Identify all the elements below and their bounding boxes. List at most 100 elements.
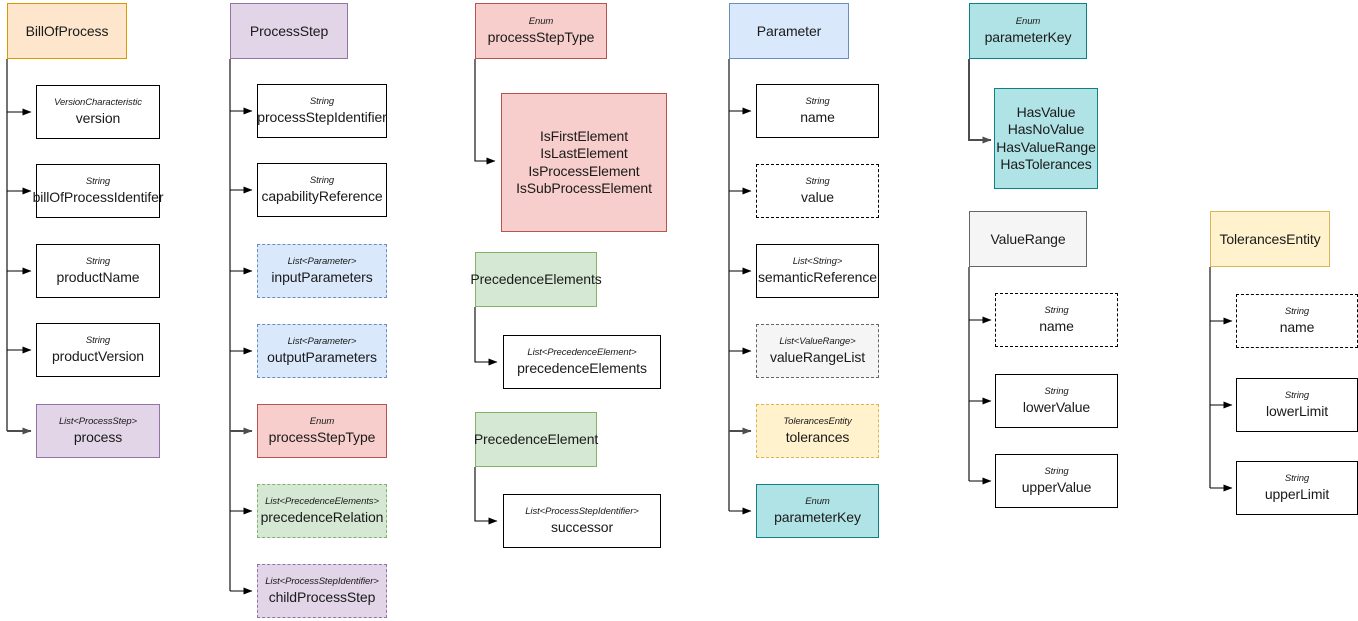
attribute-te-upper-limit[interactable]: String upperLimit bbox=[1236, 461, 1358, 515]
attribute-name: name bbox=[1039, 317, 1074, 334]
attribute-type: List<ProcessStepIdentifier> bbox=[265, 575, 379, 587]
attribute-name: childProcessStep bbox=[268, 588, 376, 605]
attribute-type: List<ProcessStep> bbox=[58, 415, 138, 427]
attribute-name: valueRangeList bbox=[769, 348, 866, 365]
attribute-type: String bbox=[309, 174, 335, 186]
attribute-type: List<ValueRange> bbox=[779, 335, 856, 347]
attribute-type: String bbox=[85, 175, 111, 187]
attribute-name: semanticReference bbox=[758, 268, 877, 285]
class-title: parameterKey bbox=[984, 28, 1072, 45]
attribute-pes-precedence-elements[interactable]: List<PrecedenceElement> precedenceElemen… bbox=[503, 335, 661, 389]
attribute-bop-product-version[interactable]: String productVersion bbox=[36, 323, 160, 377]
attribute-ps-capability-reference[interactable]: String capabilityReference bbox=[257, 163, 387, 217]
class-title: PrecedenceElements bbox=[470, 271, 602, 288]
class-value-range[interactable]: ValueRange bbox=[969, 211, 1087, 267]
attribute-p-tolerances[interactable]: TolerancesEntity tolerances bbox=[756, 404, 879, 458]
attribute-p-semantic-reference[interactable]: List<String> semanticReference bbox=[756, 244, 879, 298]
class-diagram-canvas: BillOfProcess VersionCharacteristic vers… bbox=[0, 0, 1358, 621]
class-parameter-key-enum[interactable]: Enum parameterKey bbox=[969, 3, 1087, 59]
attribute-ps-precedence-relation[interactable]: List<PrecedenceElements> precedenceRelat… bbox=[257, 484, 387, 538]
attribute-name: billOfProcessIdentifer bbox=[32, 188, 164, 205]
attribute-type: String bbox=[85, 255, 111, 267]
attribute-type: String bbox=[805, 95, 830, 107]
attribute-type: String bbox=[309, 95, 335, 107]
attribute-type: String bbox=[1044, 304, 1069, 316]
attribute-name: parameterKey bbox=[774, 508, 861, 525]
attribute-name: upperLimit bbox=[1264, 485, 1330, 502]
class-title: ProcessStep bbox=[249, 22, 329, 39]
attribute-p-value-range-list[interactable]: List<ValueRange> valueRangeList bbox=[756, 324, 879, 378]
attribute-name: precedenceElements bbox=[517, 359, 647, 376]
attribute-type: List<PrecedenceElements> bbox=[265, 495, 379, 507]
attribute-te-name[interactable]: String name bbox=[1236, 294, 1358, 348]
attribute-bop-identifier[interactable]: String billOfProcessIdentifer bbox=[33, 164, 164, 218]
class-title: TolerancesEntity bbox=[1219, 230, 1321, 247]
attribute-name: inputParameters bbox=[271, 268, 373, 285]
class-parameter[interactable]: Parameter bbox=[729, 3, 849, 59]
attribute-vr-lower-value[interactable]: String lowerValue bbox=[995, 374, 1118, 428]
attribute-name: productVersion bbox=[52, 347, 144, 364]
class-bill-of-process[interactable]: BillOfProcess bbox=[7, 3, 127, 59]
attribute-type: String bbox=[1284, 389, 1310, 401]
attribute-type: Enum bbox=[309, 415, 335, 427]
attribute-bop-version[interactable]: VersionCharacteristic version bbox=[36, 85, 160, 139]
attribute-ps-process-step-type[interactable]: Enum processStepType bbox=[257, 404, 387, 458]
enum-values-parameter-key[interactable]: HasValue HasNoValue HasValueRange HasTol… bbox=[994, 88, 1098, 189]
attribute-name: outputParameters bbox=[267, 348, 377, 365]
attribute-ps-child-process-step[interactable]: List<ProcessStepIdentifier> childProcess… bbox=[257, 564, 387, 618]
class-process-step[interactable]: ProcessStep bbox=[230, 3, 348, 59]
attribute-ps-input-parameters[interactable]: List<Parameter> inputParameters bbox=[257, 244, 387, 298]
attribute-vr-upper-value[interactable]: String upperValue bbox=[995, 454, 1118, 508]
attribute-type: VersionCharacteristic bbox=[54, 96, 142, 108]
attribute-name: tolerances bbox=[785, 428, 850, 445]
attribute-name: lowerValue bbox=[1022, 398, 1091, 415]
attribute-name: successor bbox=[550, 518, 614, 535]
attribute-type: List<ProcessStepIdentifier> bbox=[525, 505, 639, 517]
attribute-name: name bbox=[1279, 318, 1315, 335]
attribute-vr-name[interactable]: String name bbox=[995, 293, 1118, 347]
attribute-bop-product-name[interactable]: String productName bbox=[36, 244, 160, 298]
attribute-p-parameter-key[interactable]: Enum parameterKey bbox=[756, 484, 879, 538]
attribute-bop-process[interactable]: List<ProcessStep> process bbox=[36, 404, 160, 458]
attribute-name: value bbox=[801, 188, 834, 205]
attribute-name: version bbox=[75, 109, 121, 126]
class-title: ValueRange bbox=[990, 230, 1066, 247]
enum-value-list: HasValue HasNoValue HasValueRange HasTol… bbox=[996, 104, 1096, 172]
attribute-type: String bbox=[85, 334, 111, 346]
attribute-type: List<String> bbox=[792, 255, 843, 267]
attribute-p-name[interactable]: String name bbox=[756, 84, 879, 138]
attribute-name: process bbox=[73, 428, 123, 445]
class-title: processStepType bbox=[487, 28, 595, 45]
attribute-name: upperValue bbox=[1021, 478, 1092, 495]
class-precedence-elements[interactable]: PrecedenceElements bbox=[470, 252, 602, 307]
attribute-name: lowerLimit bbox=[1265, 402, 1328, 419]
attribute-type: String bbox=[1284, 305, 1310, 317]
class-title: Parameter bbox=[756, 22, 822, 39]
class-precedence-element[interactable]: PrecedenceElement bbox=[473, 412, 599, 467]
attribute-p-value[interactable]: String value bbox=[756, 164, 879, 218]
enum-values-process-step-type[interactable]: IsFirstElement IsLastElement IsProcessEl… bbox=[501, 93, 667, 232]
attribute-te-lower-limit[interactable]: String lowerLimit bbox=[1236, 378, 1358, 432]
class-stereotype: Enum bbox=[1015, 15, 1041, 27]
attribute-name: name bbox=[800, 108, 835, 125]
enum-value-list: IsFirstElement IsLastElement IsProcessEl… bbox=[516, 128, 652, 196]
attribute-type: TolerancesEntity bbox=[783, 415, 852, 427]
attribute-ps-output-parameters[interactable]: List<Parameter> outputParameters bbox=[257, 324, 387, 378]
attribute-type: String bbox=[805, 175, 830, 187]
class-title: BillOfProcess bbox=[25, 22, 109, 39]
attribute-pe-successor[interactable]: List<ProcessStepIdentifier> successor bbox=[503, 494, 661, 548]
attribute-name: precedenceRelation bbox=[260, 508, 384, 525]
attribute-name: processStepIdentifier bbox=[257, 108, 387, 125]
class-title: PrecedenceElement bbox=[473, 431, 599, 448]
attribute-name: capabilityReference bbox=[261, 187, 383, 204]
attribute-type: Enum bbox=[805, 495, 830, 507]
attribute-name: processStepType bbox=[268, 428, 376, 445]
class-stereotype: Enum bbox=[528, 15, 554, 27]
connector-lines bbox=[6, 59, 1233, 595]
attribute-type: List<PrecedenceElement> bbox=[527, 346, 637, 358]
class-tolerances-entity[interactable]: TolerancesEntity bbox=[1210, 211, 1330, 267]
class-process-step-type-enum[interactable]: Enum processStepType bbox=[475, 3, 607, 59]
attribute-ps-identifier[interactable]: String processStepIdentifier bbox=[257, 84, 387, 138]
attribute-name: productName bbox=[56, 268, 140, 285]
attribute-type: List<Parameter> bbox=[287, 255, 357, 267]
